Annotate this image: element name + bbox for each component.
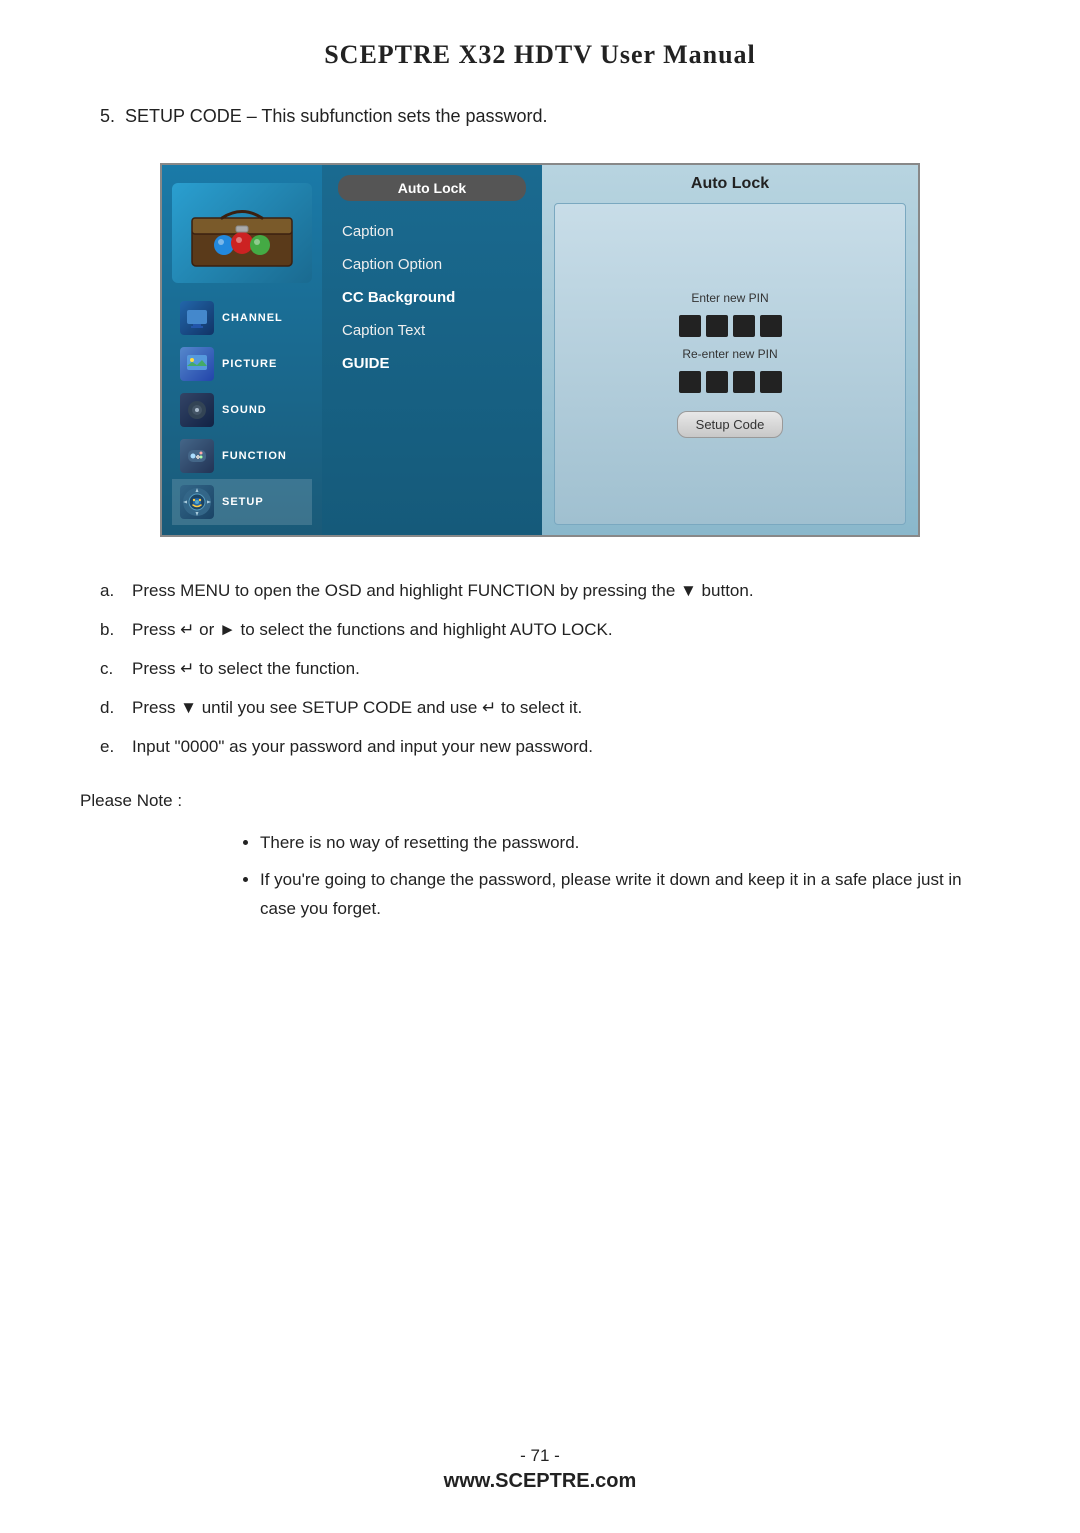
sound-label: SOUND (222, 404, 267, 416)
note-list: There is no way of resetting the passwor… (80, 829, 1000, 924)
osd-mid-title: Auto Lock (338, 175, 526, 201)
note-item-2: If you're going to change the password, … (260, 866, 1000, 924)
instruction-c: c. Press ↵ to select the function. (80, 655, 1000, 684)
inst-letter-c: c. (100, 655, 120, 684)
inst-text-e: Input "0000" as your password and input … (132, 733, 1000, 762)
step-number: 5. (100, 106, 115, 126)
instruction-e: e. Input "0000" as your password and inp… (80, 733, 1000, 762)
instructions-list: a. Press MENU to open the OSD and highli… (80, 577, 1000, 761)
note-item-1: There is no way of resetting the passwor… (260, 829, 1000, 858)
reenter-pin-boxes (679, 371, 782, 393)
enter-pin-boxes (679, 315, 782, 337)
sound-icon (180, 393, 214, 427)
inst-letter-e: e. (100, 733, 120, 762)
instruction-b: b. Press ↵ or ► to select the functions … (80, 616, 1000, 645)
pin-box-1 (679, 315, 701, 337)
osd-item-caption-text: Caption Text (338, 314, 526, 347)
repin-box-1 (679, 371, 701, 393)
osd-item-caption-option: Caption Option (338, 248, 526, 281)
pin-box-4 (760, 315, 782, 337)
footer-url: www.SCEPTRE.com (0, 1470, 1080, 1493)
channel-icon (180, 301, 214, 335)
inst-letter-d: d. (100, 694, 120, 723)
osd-menu-sound: SOUND (172, 387, 312, 433)
osd-toolbox-image (172, 183, 312, 283)
inst-text-d: Press ▼ until you see SETUP CODE and use… (132, 694, 1000, 723)
function-label: FUNCTION (222, 450, 287, 462)
page-title: SCEPTRE X32 HDTV User Manual (80, 40, 1000, 70)
osd-middle-panel: Auto Lock Caption Caption Option CC Back… (322, 165, 542, 535)
osd-right-panel: Auto Lock Enter new PIN Re-enter new PIN… (542, 165, 918, 535)
repin-box-4 (760, 371, 782, 393)
inst-text-b: Press ↵ or ► to select the functions and… (132, 616, 1000, 645)
enter-pin-label: Enter new PIN (691, 291, 768, 305)
please-note-section: Please Note : There is no way of resetti… (80, 791, 1000, 924)
osd-item-cc-background: CC Background (338, 281, 526, 314)
page-footer: - 71 - www.SCEPTRE.com (0, 1446, 1080, 1493)
inst-letter-a: a. (100, 577, 120, 606)
instructions-section: a. Press MENU to open the OSD and highli… (80, 577, 1000, 761)
setup-label: SETUP (222, 496, 264, 508)
inst-letter-b: b. (100, 616, 120, 645)
osd-pin-box: Enter new PIN Re-enter new PIN Setup Cod… (554, 203, 906, 525)
osd-item-guide: GUIDE (338, 347, 526, 380)
osd-item-caption: Caption (338, 215, 526, 248)
inst-text-c: Press ↵ to select the function. (132, 655, 1000, 684)
osd-menu-picture: PICTURE (172, 341, 312, 387)
osd-right-title: Auto Lock (554, 175, 906, 193)
inst-text-a: Press MENU to open the OSD and highlight… (132, 577, 1000, 606)
osd-menu-channel: CHANNEL (172, 295, 312, 341)
function-icon (180, 439, 214, 473)
repin-box-2 (706, 371, 728, 393)
repin-box-3 (733, 371, 755, 393)
osd-menu-setup: SETUP (172, 479, 312, 525)
pin-box-2 (706, 315, 728, 337)
osd-left-panel: CHANNEL PICTURE SOUND (162, 165, 322, 535)
instruction-d: d. Press ▼ until you see SETUP CODE and … (80, 694, 1000, 723)
reenter-pin-label: Re-enter new PIN (682, 347, 777, 361)
instruction-a: a. Press MENU to open the OSD and highli… (80, 577, 1000, 606)
setup-icon (180, 485, 214, 519)
step-intro: 5. SETUP CODE – This subfunction sets th… (100, 106, 1000, 127)
osd-menu-function: FUNCTION (172, 433, 312, 479)
picture-icon (180, 347, 214, 381)
step-text: SETUP CODE – This subfunction sets the p… (125, 106, 548, 126)
please-note-label: Please Note : (80, 791, 1000, 811)
footer-page-number: - 71 - (0, 1446, 1080, 1466)
setup-code-button: Setup Code (677, 411, 784, 438)
picture-label: PICTURE (222, 358, 277, 370)
osd-screenshot: CHANNEL PICTURE SOUND (160, 163, 920, 537)
pin-box-3 (733, 315, 755, 337)
channel-label: CHANNEL (222, 312, 283, 324)
